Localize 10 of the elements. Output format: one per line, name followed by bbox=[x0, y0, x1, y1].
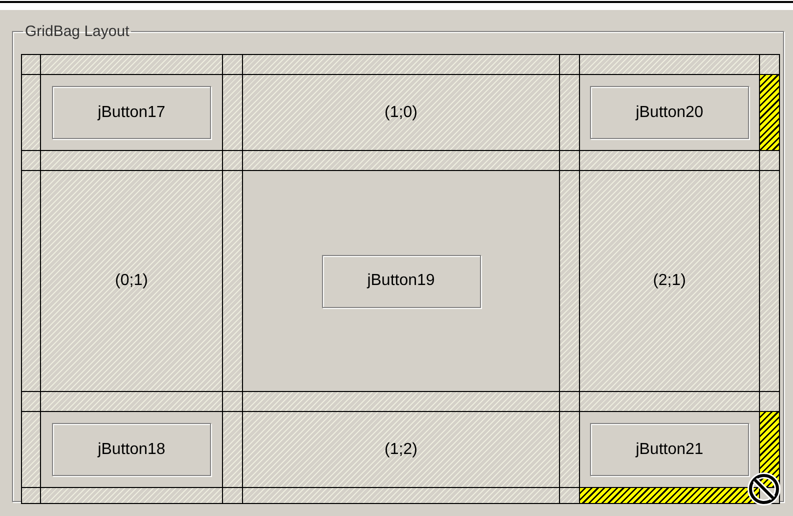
component-button[interactable]: jButton18 bbox=[52, 423, 211, 476]
component-button[interactable]: jButton17 bbox=[52, 86, 211, 139]
empty-grid-cell: (2;1) bbox=[580, 171, 759, 391]
empty-grid-cell: (0;1) bbox=[41, 171, 222, 391]
panel-title: GridBag Layout bbox=[24, 23, 130, 40]
empty-grid-cell: (1;2) bbox=[243, 412, 559, 487]
empty-grid-cell: (1;0) bbox=[243, 75, 559, 150]
component-button[interactable]: jButton20 bbox=[590, 86, 749, 139]
component-button[interactable]: jButton19 bbox=[322, 254, 480, 308]
component-button[interactable]: jButton21 bbox=[590, 423, 749, 476]
